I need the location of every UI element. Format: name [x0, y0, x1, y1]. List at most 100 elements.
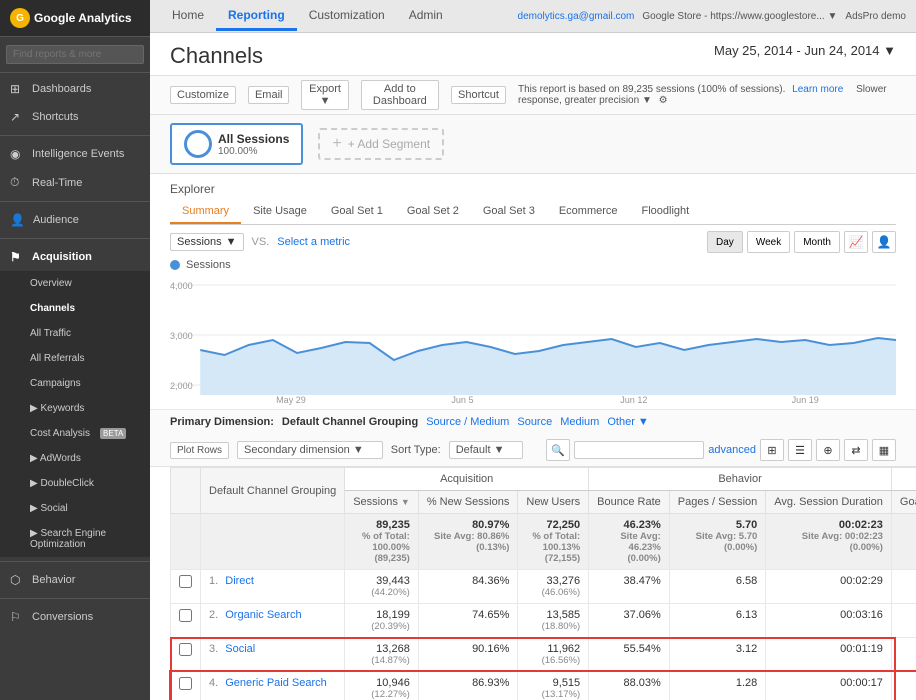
- channel-link-2[interactable]: Social: [225, 643, 255, 655]
- week-button[interactable]: Week: [747, 231, 790, 253]
- sessions-header[interactable]: Sessions ▼: [345, 491, 419, 514]
- sidebar-item-cost-analysis[interactable]: Cost Analysis BETA: [0, 421, 150, 446]
- acquisition-icon: ⚑: [10, 250, 24, 264]
- medium-link[interactable]: Medium: [560, 416, 599, 428]
- sidebar-item-adwords[interactable]: ▶ AdWords: [0, 446, 150, 471]
- search-box[interactable]: [0, 37, 150, 73]
- sidebar-item-seo[interactable]: ▶ Search Engine Optimization: [0, 521, 150, 557]
- sidebar-item-label: Real-Time: [32, 177, 82, 189]
- search-input[interactable]: [6, 45, 144, 64]
- view-selector[interactable]: AdsPro demo: [845, 11, 906, 22]
- bounce-rate-header[interactable]: Bounce Rate: [589, 491, 670, 514]
- sidebar-item-intelligence[interactable]: ◉ Intelligence Events: [0, 140, 150, 168]
- metric-arrow: ▼: [226, 236, 237, 248]
- tab-floodlight[interactable]: Floodlight: [630, 200, 702, 224]
- avg-session-duration-header[interactable]: Avg. Session Duration: [766, 491, 892, 514]
- goal-conversion-rate-header[interactable]: Goal Conversion Rate: [891, 491, 916, 514]
- add-segment-button[interactable]: + + Add Segment: [318, 128, 444, 160]
- shortcut-button[interactable]: Shortcut: [451, 86, 506, 104]
- checkbox-0[interactable]: [179, 575, 192, 588]
- explorer-tabs: Summary Site Usage Goal Set 1 Goal Set 2…: [170, 200, 896, 225]
- channel-link-1[interactable]: Organic Search: [225, 609, 301, 621]
- sidebar-item-acquisition[interactable]: ⚑ Acquisition: [0, 243, 150, 271]
- source-medium-link[interactable]: Source / Medium: [426, 416, 509, 428]
- sidebar-item-realtime[interactable]: ⏱ Real-Time: [0, 168, 150, 197]
- plot-rows-button[interactable]: Plot Rows: [170, 442, 229, 459]
- source-link[interactable]: Source: [517, 416, 552, 428]
- nav-reporting[interactable]: Reporting: [216, 2, 297, 31]
- pages-session-cell-0: 6.58: [669, 570, 766, 604]
- pages-session-cell-1: 6.13: [669, 604, 766, 638]
- campaigns-label: Campaigns: [30, 378, 81, 389]
- tab-goal-set-3[interactable]: Goal Set 3: [471, 200, 547, 224]
- customize-button[interactable]: Customize: [170, 86, 236, 104]
- row-checkbox-3[interactable]: [171, 672, 201, 700]
- line-chart-icon[interactable]: 📈: [844, 231, 868, 253]
- sort-default-dropdown[interactable]: Default ▼: [449, 441, 524, 459]
- sidebar-item-conversions[interactable]: ⚐ Conversions: [0, 603, 150, 631]
- sidebar-item-audience[interactable]: 👤 Audience: [0, 206, 150, 234]
- account-email[interactable]: demolytics.ga@gmail.com: [518, 11, 635, 22]
- channel-link-3[interactable]: Generic Paid Search: [225, 677, 327, 689]
- sidebar-item-channels[interactable]: Channels: [0, 296, 150, 321]
- metric-selector[interactable]: Sessions ▼: [170, 233, 244, 251]
- checkbox-1[interactable]: [179, 609, 192, 622]
- pct-new-cell-1: 74.65%: [418, 604, 518, 638]
- all-sessions-segment[interactable]: All Sessions 100.00%: [170, 123, 303, 165]
- export-button[interactable]: Export ▼: [301, 80, 348, 110]
- email-button[interactable]: Email: [248, 86, 290, 104]
- tab-goal-set-2[interactable]: Goal Set 2: [395, 200, 471, 224]
- tab-goal-set-1[interactable]: Goal Set 1: [319, 200, 395, 224]
- behavior-label: Behavior: [32, 574, 75, 586]
- chart-table-icon[interactable]: ▦: [872, 439, 896, 461]
- secondary-dim-dropdown[interactable]: Secondary dimension ▼: [237, 441, 383, 459]
- table-view-icon[interactable]: ☰: [788, 439, 812, 461]
- filter-search-input[interactable]: [574, 441, 704, 459]
- sidebar-item-overview[interactable]: Overview: [0, 271, 150, 296]
- month-button[interactable]: Month: [794, 231, 840, 253]
- table-wrapper: Default Channel Grouping Acquisition Beh…: [150, 467, 916, 700]
- sidebar-item-dashboards[interactable]: ⊞ Dashboards: [0, 75, 150, 103]
- new-users-header[interactable]: New Users: [518, 491, 589, 514]
- row-checkbox-0[interactable]: [171, 570, 201, 604]
- settings-icon[interactable]: ⚙: [659, 95, 668, 106]
- channel-cell-1: 2. Organic Search: [201, 604, 345, 638]
- select-metric-link[interactable]: Select a metric: [277, 236, 350, 248]
- pct-new-sessions-header[interactable]: % New Sessions: [418, 491, 518, 514]
- date-range-selector[interactable]: May 25, 2014 - Jun 24, 2014 ▼: [714, 43, 896, 58]
- add-dashboard-button[interactable]: Add to Dashboard: [361, 80, 439, 110]
- tab-summary[interactable]: Summary: [170, 200, 241, 224]
- nav-admin[interactable]: Admin: [397, 2, 455, 31]
- advanced-filter-link[interactable]: advanced: [708, 444, 756, 456]
- sidebar-item-campaigns[interactable]: Campaigns: [0, 371, 150, 396]
- row-checkbox-2[interactable]: [171, 638, 201, 672]
- sidebar-item-keywords[interactable]: ▶ Keywords: [0, 396, 150, 421]
- sidebar-item-all-referrals[interactable]: All Referrals: [0, 346, 150, 371]
- checkbox-3[interactable]: [179, 677, 192, 690]
- property-selector[interactable]: Google Store - https://www.googlestore..…: [642, 11, 837, 22]
- tab-ecommerce[interactable]: Ecommerce: [547, 200, 630, 224]
- default-channel-grouping-link[interactable]: Default Channel Grouping: [282, 416, 418, 428]
- other-link[interactable]: Other ▼: [607, 416, 648, 428]
- sidebar-divider-5: [0, 598, 150, 599]
- day-button[interactable]: Day: [707, 231, 743, 253]
- sidebar-item-behavior[interactable]: ⬡ Behavior: [0, 566, 150, 594]
- sessions-cell-1: 18,199 (20.39%): [345, 604, 419, 638]
- sidebar-item-all-traffic[interactable]: All Traffic: [0, 321, 150, 346]
- pivot-icon[interactable]: ⊕: [816, 439, 840, 461]
- compare-icon[interactable]: ⇄: [844, 439, 868, 461]
- nav-customization[interactable]: Customization: [297, 2, 397, 31]
- totals-bounce-rate: 46.23% Site Avg: 46.23% (0.00%): [589, 514, 670, 570]
- tab-site-usage[interactable]: Site Usage: [241, 200, 319, 224]
- sidebar-item-doubleclick[interactable]: ▶ DoubleClick: [0, 471, 150, 496]
- grid-view-icon[interactable]: ⊞: [760, 439, 784, 461]
- sidebar-item-social[interactable]: ▶ Social: [0, 496, 150, 521]
- row-checkbox-1[interactable]: [171, 604, 201, 638]
- sidebar-item-shortcuts[interactable]: ↗ Shortcuts: [0, 103, 150, 131]
- nav-home[interactable]: Home: [160, 2, 216, 31]
- checkbox-2[interactable]: [179, 643, 192, 656]
- learn-more-link[interactable]: Learn more: [792, 84, 843, 95]
- pages-session-header[interactable]: Pages / Session: [669, 491, 766, 514]
- channel-link-0[interactable]: Direct: [225, 575, 254, 587]
- bar-chart-icon[interactable]: 👤: [872, 231, 896, 253]
